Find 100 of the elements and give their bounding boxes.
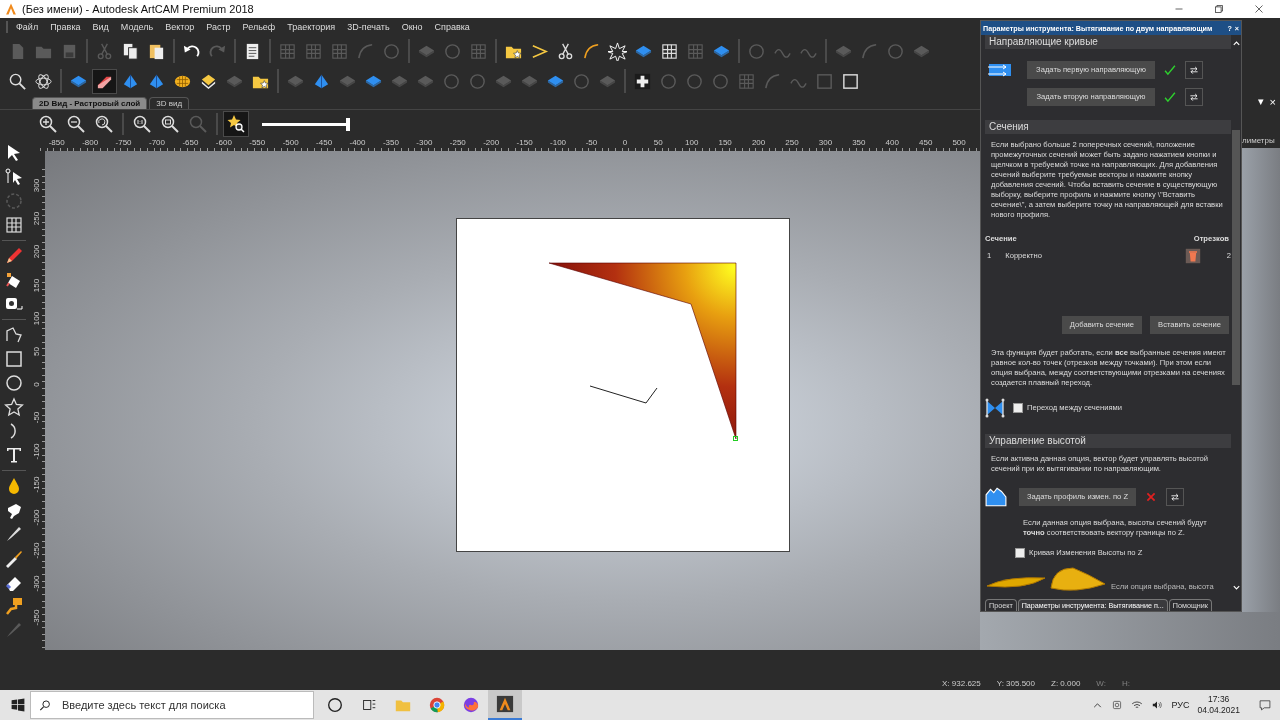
ruler-label: -700 bbox=[147, 138, 166, 149]
menu-item[interactable]: Правка bbox=[44, 22, 87, 32]
ruler-label: -300 bbox=[415, 138, 434, 149]
ruler-label: 350 bbox=[851, 138, 867, 149]
trash-icon[interactable] bbox=[1185, 248, 1201, 264]
ruler-label: 50 bbox=[32, 347, 41, 356]
ruler-label: -400 bbox=[348, 138, 367, 149]
menu-item[interactable]: 3D-печать bbox=[341, 22, 396, 32]
ruler-label: 450 bbox=[918, 138, 934, 149]
menu-item[interactable]: Файл bbox=[10, 22, 45, 32]
ruler-label: -300 bbox=[32, 575, 41, 592]
search-icon bbox=[39, 698, 52, 712]
search-input[interactable]: Введите здесь текст для поиска bbox=[60, 698, 313, 712]
ruler-label: -50 bbox=[32, 412, 41, 424]
section-heading: Сечения bbox=[985, 120, 1231, 134]
view-tab[interactable]: 3D вид bbox=[149, 97, 190, 109]
ruler-label: -550 bbox=[248, 138, 267, 149]
ruler-label: -850 bbox=[47, 138, 66, 149]
menu-item[interactable]: Справка bbox=[428, 22, 476, 32]
browser-icon bbox=[428, 696, 446, 714]
ruler-label: -100 bbox=[32, 443, 41, 460]
ruler-label: -750 bbox=[114, 138, 133, 149]
status-field: Y: 305.500 bbox=[996, 679, 1035, 688]
ruler-label: 100 bbox=[32, 311, 41, 325]
ruler-label: -800 bbox=[81, 138, 100, 149]
star-magnifier-icon[interactable] bbox=[224, 112, 248, 136]
taskbar-button[interactable] bbox=[488, 690, 522, 720]
view-tab[interactable]: 2D Вид - Растровый слой bbox=[32, 97, 148, 109]
circle-icon bbox=[326, 696, 344, 714]
ribbon-icon[interactable] bbox=[93, 69, 116, 93]
menu-item[interactable]: Вектор bbox=[159, 22, 201, 32]
ruler-label: -150 bbox=[515, 138, 534, 149]
section-heading: Управление высотой bbox=[985, 434, 1231, 448]
dock-control[interactable]: ▾ bbox=[1257, 95, 1264, 108]
ruler-label: -350 bbox=[381, 138, 400, 149]
scroll-down-icon[interactable] bbox=[1231, 583, 1241, 592]
checkbox[interactable] bbox=[1015, 548, 1025, 558]
ruler-label: -250 bbox=[32, 542, 41, 559]
menu-item[interactable]: Растр bbox=[200, 22, 237, 32]
scrollbar-thumb[interactable] bbox=[1232, 130, 1240, 385]
ruler-label: -100 bbox=[549, 138, 568, 149]
menu-item[interactable]: Модель bbox=[114, 22, 160, 32]
menu-item[interactable]: Вид bbox=[86, 22, 115, 32]
ruler-label: -200 bbox=[32, 509, 41, 526]
menu-item[interactable]: Рельеф bbox=[236, 22, 282, 32]
menu-item[interactable]: Траектория bbox=[281, 22, 342, 32]
starburst-icon[interactable] bbox=[606, 39, 629, 63]
clock-date: 04.04.2021 bbox=[1197, 705, 1240, 716]
status-field: Z: 0.000 bbox=[1051, 679, 1081, 688]
ruler-label: 500 bbox=[951, 138, 967, 149]
language-indicator[interactable]: РУС bbox=[1171, 700, 1190, 710]
dock-control[interactable]: × bbox=[1269, 96, 1276, 108]
checkbox[interactable] bbox=[1013, 403, 1023, 413]
swap-arrows-icon[interactable] bbox=[1185, 88, 1203, 106]
ruler-label: 0 bbox=[32, 382, 41, 387]
ruler-label: 50 bbox=[652, 138, 664, 149]
logo-icon bbox=[496, 695, 514, 713]
ruler-label: 150 bbox=[717, 138, 733, 149]
ruler-label: 300 bbox=[817, 138, 834, 149]
windows-start-icon[interactable] bbox=[10, 697, 26, 713]
browser-icon bbox=[462, 696, 480, 714]
ruler-label: -450 bbox=[315, 138, 334, 149]
ruler-label: 100 bbox=[684, 138, 700, 149]
ruler-label: 150 bbox=[32, 278, 41, 292]
slider-thumb[interactable] bbox=[346, 117, 350, 131]
logo-icon bbox=[4, 2, 18, 16]
search-field[interactable]: Введите здесь текст для поиска bbox=[30, 691, 314, 719]
clock-time: 17:36 bbox=[1208, 694, 1230, 705]
swap-arrows-icon[interactable] bbox=[1185, 61, 1203, 79]
scroll-up-icon[interactable] bbox=[1231, 39, 1241, 48]
notification-icon[interactable] bbox=[1258, 698, 1272, 712]
ruler-label: -250 bbox=[448, 138, 467, 149]
swap-arrows-icon[interactable] bbox=[1166, 488, 1185, 506]
ruler-label: -500 bbox=[281, 138, 300, 149]
restore-icon[interactable] bbox=[1212, 2, 1226, 16]
camera-icon[interactable] bbox=[1111, 699, 1124, 711]
ruler-label: -650 bbox=[181, 138, 200, 149]
ruler-label: -200 bbox=[482, 138, 501, 149]
ruler-label: -50 bbox=[584, 138, 599, 149]
ruler-label: 200 bbox=[32, 245, 41, 259]
wifi-icon[interactable] bbox=[1131, 699, 1144, 711]
blend-icon bbox=[985, 396, 1005, 420]
ruler-label: -150 bbox=[32, 476, 41, 493]
ruler-label: 250 bbox=[784, 138, 800, 149]
section-heading: Направляющие кривые bbox=[985, 35, 1231, 49]
ruler-unit: лиметры bbox=[1242, 136, 1275, 145]
ruler-label: 250 bbox=[32, 212, 41, 226]
menu-item[interactable]: Окно bbox=[395, 22, 429, 32]
node-marker bbox=[733, 436, 738, 441]
ruler-label: 0 bbox=[621, 138, 629, 149]
speaker-icon[interactable] bbox=[1151, 699, 1164, 711]
ruler-label: 300 bbox=[32, 178, 41, 193]
ruler-label: 200 bbox=[750, 138, 767, 149]
status-field: H: bbox=[1122, 679, 1130, 688]
status-field: W: bbox=[1096, 679, 1106, 688]
ruler-label: -600 bbox=[214, 138, 233, 149]
clock[interactable]: 17:36 04.04.2021 bbox=[1197, 694, 1240, 716]
status-field: X: 932.625 bbox=[942, 679, 981, 688]
ruler-label: 400 bbox=[884, 138, 900, 149]
ruler-label: -350 bbox=[32, 609, 41, 626]
